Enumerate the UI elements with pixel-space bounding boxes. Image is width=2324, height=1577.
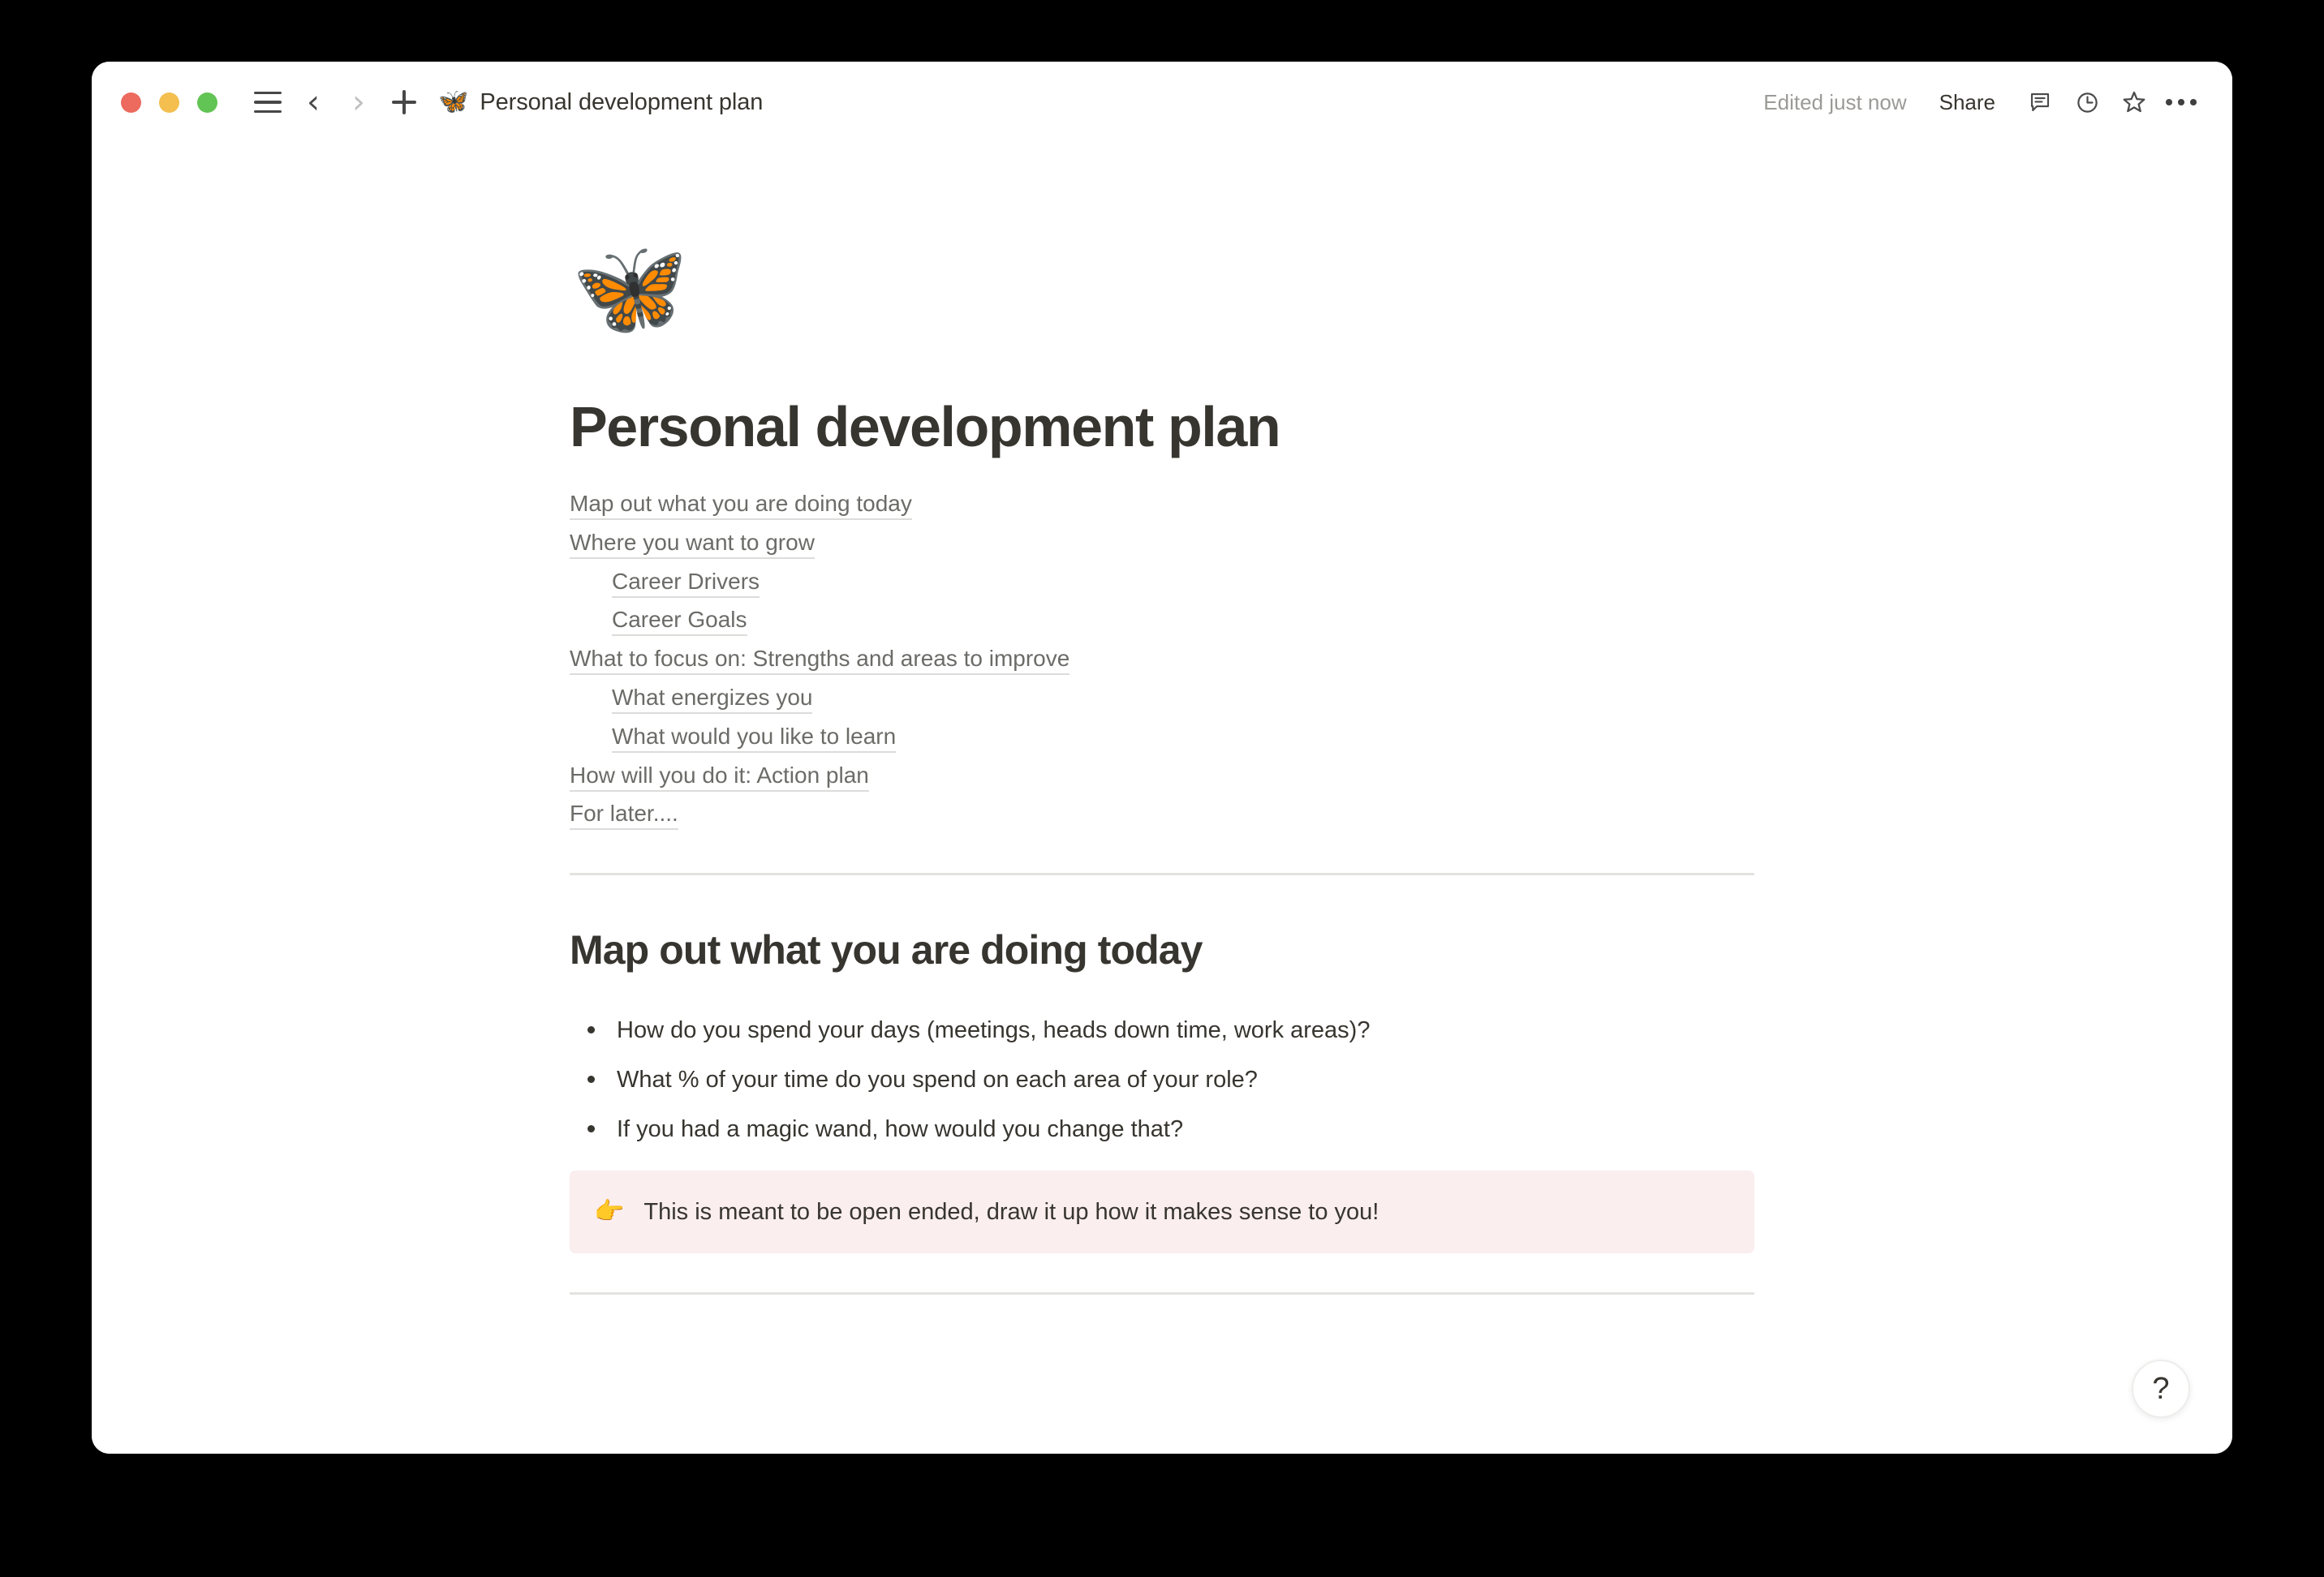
butterfly-icon: 🦋 (438, 88, 469, 116)
toc-link-label: Map out what you are doing today (570, 491, 912, 520)
titlebar-actions: Edited just now Share (1763, 79, 2205, 126)
back-button[interactable]: ‹ (290, 79, 336, 125)
page-icon-butterfly[interactable]: 🦋 (571, 242, 1754, 346)
menu-icon (254, 92, 282, 113)
favorite-button[interactable] (2111, 79, 2158, 126)
bulleted-list: How do you spend your days (meetings, he… (570, 1008, 1754, 1151)
toc-link[interactable]: How will you do it: Action plan (570, 756, 1754, 795)
toc-link-label: What to focus on: Strengths and areas to… (570, 646, 1070, 676)
toc-link-label: Where you want to grow (570, 529, 815, 559)
toc-link-label: Career Goals (612, 607, 747, 637)
toc-link[interactable]: Career Goals (570, 600, 1754, 639)
page-content: 🦋 Personal development plan Map out what… (570, 143, 1754, 1295)
minimize-window-button[interactable] (159, 92, 179, 113)
back-icon: ‹ (307, 84, 320, 121)
help-button[interactable]: ? (2132, 1360, 2190, 1418)
comments-button[interactable] (2016, 79, 2064, 126)
plus-icon (392, 90, 416, 114)
toc-link-label: What would you like to learn (612, 723, 897, 753)
page-scroll-area[interactable]: 🦋 Personal development plan Map out what… (92, 143, 2232, 1454)
forward-icon: › (352, 84, 365, 121)
share-button[interactable]: Share (1928, 84, 2007, 122)
table-of-contents: Map out what you are doing today Where y… (570, 484, 1754, 833)
list-item[interactable]: What % of your time do you spend on each… (570, 1058, 1754, 1102)
sidebar-toggle-button[interactable] (245, 79, 290, 125)
titlebar: ‹ › 🦋 Personal development plan Edited j… (92, 62, 2232, 143)
callout-block[interactable]: 👉 This is meant to be open ended, draw i… (570, 1170, 1754, 1253)
more-options-button[interactable] (2158, 79, 2205, 126)
maximize-window-button[interactable] (197, 92, 217, 113)
toc-link[interactable]: Map out what you are doing today (570, 484, 1754, 523)
comment-icon (2030, 92, 2050, 112)
toc-link[interactable]: Career Drivers (570, 562, 1754, 601)
toc-link-label: How will you do it: Action plan (570, 762, 869, 792)
breadcrumb[interactable]: 🦋 Personal development plan (438, 89, 763, 116)
toc-link[interactable]: What would you like to learn (570, 717, 1754, 756)
breadcrumb-title: Personal development plan (480, 88, 764, 115)
new-page-button[interactable] (381, 79, 427, 125)
traffic-lights (121, 92, 217, 113)
list-item[interactable]: If you had a magic wand, how would you c… (570, 1107, 1754, 1151)
history-icon (2077, 92, 2098, 113)
section-heading[interactable]: Map out what you are doing today (570, 926, 1754, 974)
more-icon (2166, 99, 2197, 105)
nav-group: ‹ › (245, 79, 427, 125)
section-divider (570, 1291, 1754, 1295)
pointing-right-icon: 👉 (594, 1197, 625, 1226)
history-button[interactable] (2064, 79, 2111, 126)
page-title[interactable]: Personal development plan (570, 396, 1754, 458)
toc-link-label: Career Drivers (612, 568, 760, 598)
favorite-icon (2123, 91, 2145, 113)
app-window: ‹ › 🦋 Personal development plan Edited j… (92, 62, 2232, 1454)
toc-link[interactable]: What energizes you (570, 678, 1754, 717)
close-window-button[interactable] (121, 92, 141, 113)
section-divider (570, 873, 1754, 876)
toc-link-label: What energizes you (612, 684, 813, 714)
edited-status: Edited just now (1763, 89, 1907, 114)
toc-link[interactable]: For later.... (570, 794, 1754, 833)
list-item[interactable]: How do you spend your days (meetings, he… (570, 1008, 1754, 1052)
toc-link[interactable]: Where you want to grow (570, 523, 1754, 562)
toc-link[interactable]: What to focus on: Strengths and areas to… (570, 639, 1754, 678)
callout-text: This is meant to be open ended, draw it … (643, 1198, 1379, 1225)
toc-link-label: For later.... (570, 801, 678, 831)
forward-button[interactable]: › (336, 79, 381, 125)
